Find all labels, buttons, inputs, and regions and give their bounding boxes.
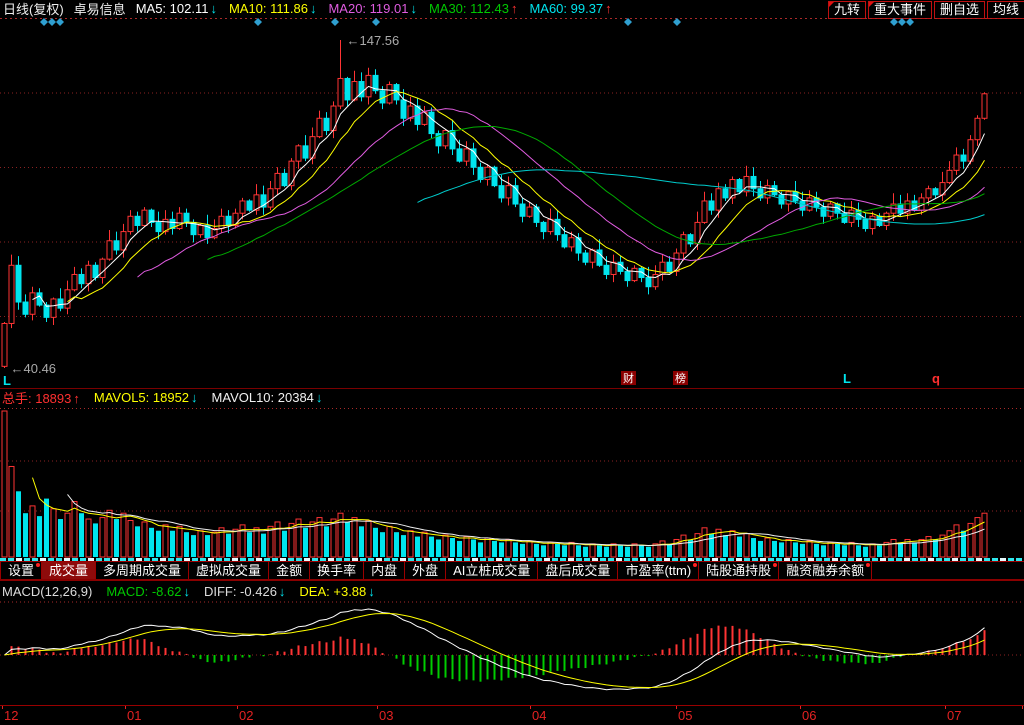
axis-tick bbox=[377, 706, 378, 709]
macd-label: DIFF: -0.426↓ bbox=[204, 584, 285, 599]
volume-label: 总手: 18893↑ bbox=[2, 388, 80, 407]
signal-diamond-icon bbox=[906, 18, 914, 26]
volume-bars bbox=[2, 411, 987, 557]
ma-label: MA60: 99.37↑ bbox=[529, 1, 611, 16]
signal-diamonds bbox=[40, 18, 914, 26]
main-chart[interactable]: ←147.56 ←40.46 财 榜 Lq L bbox=[0, 17, 1024, 388]
tab-市盈率(ttm)[interactable]: 市盈率(ttm) bbox=[618, 562, 699, 579]
mavol5-line bbox=[33, 478, 985, 546]
down-arrow-icon: ↓ bbox=[316, 390, 323, 405]
candles bbox=[2, 40, 987, 368]
up-arrow-icon: ↑ bbox=[605, 1, 612, 16]
axis-month-label: 06 bbox=[802, 708, 816, 723]
period-label[interactable]: 日线(复权) bbox=[3, 0, 64, 18]
tab-bar: 设置成交量多周期成交量虚拟成交量金额换手率内盘外盘AI立桩成交量盘后成交量市盈率… bbox=[0, 558, 1024, 581]
chart-marker-q: q bbox=[932, 371, 940, 386]
axis-tick bbox=[1022, 706, 1023, 709]
axis-month-label: 04 bbox=[532, 708, 546, 723]
corner-marker: L bbox=[3, 373, 11, 388]
low-price-annotation: ←40.46 bbox=[11, 361, 57, 376]
signal-diamond-icon bbox=[673, 18, 681, 26]
tab-设置[interactable]: 设置 bbox=[0, 562, 42, 579]
axis-month-label: 05 bbox=[678, 708, 692, 723]
tab-成交量[interactable]: 成交量 bbox=[42, 562, 96, 579]
ma10-line bbox=[68, 92, 985, 302]
macd-label: MACD: -8.62↓ bbox=[106, 584, 190, 599]
signal-diamond-icon bbox=[624, 18, 632, 26]
volume-label: MAVOL5: 18952↓ bbox=[94, 390, 198, 405]
axis-tick bbox=[800, 706, 801, 709]
axis-tick bbox=[530, 706, 531, 709]
tab-金额[interactable]: 金额 bbox=[269, 562, 310, 579]
axis-tick bbox=[2, 706, 3, 709]
svg-text:榜: 榜 bbox=[675, 371, 686, 385]
stock-name: 卓易信息 bbox=[74, 0, 126, 18]
signal-diamond-icon bbox=[40, 18, 48, 26]
macd-title: MACD(12,26,9) bbox=[2, 584, 92, 599]
macd-values: MACD: -8.62↓ DIFF: -0.426↓ DEA: +3.88↓ bbox=[106, 584, 374, 599]
axis-month-label: 03 bbox=[379, 708, 393, 723]
volume-header: 总手: 18893↑ MAVOL5: 18952↓ MAVOL10: 20384↓ bbox=[2, 389, 322, 406]
tab-盘后成交量[interactable]: 盘后成交量 bbox=[538, 562, 618, 579]
signal-diamond-icon bbox=[331, 18, 339, 26]
top-bar: 日线(复权) 卓易信息 MA5: 102.11↓ MA10: 111.86↓ MA2… bbox=[0, 0, 1024, 17]
axis-tick bbox=[945, 706, 946, 709]
axis-tick bbox=[125, 706, 126, 709]
tab-多周期成交量[interactable]: 多周期成交量 bbox=[96, 562, 189, 579]
ma-values: MA5: 102.11↓ MA10: 111.86↓ MA20: 119.01↓ MA… bbox=[136, 1, 612, 16]
signal-diamond-icon bbox=[372, 18, 380, 26]
tab-外盘[interactable]: 外盘 bbox=[405, 562, 446, 579]
axis-month-label: 12 bbox=[4, 708, 18, 723]
macd-chart[interactable] bbox=[0, 601, 1024, 705]
axis-tick bbox=[237, 706, 238, 709]
down-arrow-icon: ↓ bbox=[279, 584, 286, 599]
svg-text:财: 财 bbox=[623, 371, 634, 385]
down-arrow-icon: ↓ bbox=[183, 584, 190, 599]
signal-diamond-icon bbox=[898, 18, 906, 26]
event-badge-榜[interactable]: 榜 bbox=[673, 371, 688, 385]
macd-label: DEA: +3.88↓ bbox=[299, 584, 374, 599]
down-arrow-icon: ↓ bbox=[410, 1, 417, 16]
high-price-annotation: ←147.56 bbox=[347, 33, 400, 48]
macd-header: MACD(12,26,9) MACD: -8.62↓ DIFF: -0.426↓ D… bbox=[2, 583, 375, 600]
down-arrow-icon: ↓ bbox=[191, 390, 198, 405]
ma-label: MA30: 112.43↑ bbox=[429, 1, 517, 16]
tab-虚拟成交量[interactable]: 虚拟成交量 bbox=[189, 562, 269, 579]
tab-陆股通持股[interactable]: 陆股通持股 bbox=[699, 562, 779, 579]
tab-换手率[interactable]: 换手率 bbox=[310, 562, 364, 579]
ma-label: MA5: 102.11↓ bbox=[136, 1, 217, 16]
macd-histogram bbox=[12, 626, 985, 682]
signal-diamond-icon bbox=[56, 18, 64, 26]
axis-month-label: 01 bbox=[127, 708, 141, 723]
event-badge-财[interactable]: 财 bbox=[621, 371, 636, 385]
chart-marker-L: L bbox=[843, 371, 851, 386]
ma20-line bbox=[138, 109, 985, 278]
ma-label: MA20: 119.01↓ bbox=[328, 1, 416, 16]
signal-diamond-icon bbox=[890, 18, 898, 26]
down-arrow-icon: ↓ bbox=[210, 1, 217, 16]
tab-内盘[interactable]: 内盘 bbox=[364, 562, 405, 579]
up-arrow-icon: ↑ bbox=[73, 391, 80, 406]
date-axis: 12 01 02 03 04 05 06 07 bbox=[0, 705, 1024, 725]
down-arrow-icon: ↓ bbox=[368, 584, 375, 599]
tab-融资融券余额[interactable]: 融资融券余额 bbox=[779, 562, 872, 579]
axis-month-label: 02 bbox=[239, 708, 253, 723]
ma-label: MA10: 111.86↓ bbox=[229, 1, 317, 16]
signal-diamond-icon bbox=[254, 18, 262, 26]
volume-chart[interactable] bbox=[0, 407, 1024, 558]
volume-label: MAVOL10: 20384↓ bbox=[212, 390, 323, 405]
axis-month-label: 07 bbox=[947, 708, 961, 723]
down-arrow-icon: ↓ bbox=[310, 1, 317, 16]
up-arrow-icon: ↑ bbox=[511, 1, 518, 16]
axis-tick bbox=[676, 706, 677, 709]
signal-diamond-icon bbox=[48, 18, 56, 26]
tab-AI立桩成交量[interactable]: AI立桩成交量 bbox=[446, 562, 538, 579]
